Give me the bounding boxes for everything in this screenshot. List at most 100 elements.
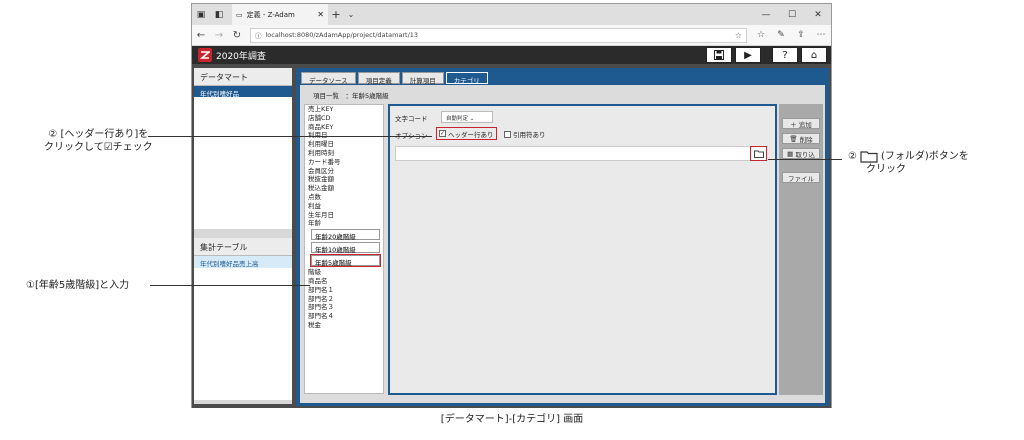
folder-button[interactable]	[750, 146, 767, 161]
annotation-text: クリック	[866, 164, 906, 175]
list-item[interactable]: カード番号	[305, 158, 383, 167]
app-area: 2020年調査 ▶ ? ⌂ データマート 年代別嗜好品 集計テーブル 年代別嗜好…	[192, 46, 831, 408]
tab-actions-icon[interactable]: ▣	[192, 4, 210, 25]
category-input[interactable]: 年齢20歳階級	[311, 229, 380, 241]
delete-button[interactable]: 🗑 削除	[782, 133, 820, 144]
list-item[interactable]: 部門名１	[305, 286, 383, 295]
chevron-down-icon: ⌄	[469, 116, 475, 122]
forward-icon[interactable]: →	[214, 30, 224, 41]
page-icon: ▭	[236, 10, 243, 19]
quote-checkbox[interactable]: 引用符あり	[504, 129, 546, 139]
list-item[interactable]: 売上KEY	[305, 105, 383, 114]
import-button[interactable]: ▦ 取り込	[782, 148, 820, 159]
new-tab-icon[interactable]: +	[328, 8, 344, 21]
list-item[interactable]: 税抜金額	[305, 175, 383, 184]
file-path-field[interactable]	[395, 146, 765, 161]
import-label: 取り込	[795, 150, 815, 159]
tab-item-definition[interactable]: 項目定義	[357, 72, 400, 85]
list-item[interactable]: 店舗CD	[305, 114, 383, 123]
list-item[interactable]: 商品名	[305, 277, 383, 286]
list-item[interactable]: 利益	[305, 202, 383, 211]
main-panel: データソース 項目定義 計算項目 カテゴリ 項目一覧 ：年齢5歳階級 売上KEY…	[296, 68, 829, 406]
back-icon[interactable]: ←	[196, 30, 206, 41]
header-row-checkbox[interactable]: ✓ ヘッダー行あり	[436, 127, 497, 140]
grid-icon: ▦	[787, 149, 794, 158]
favorites-icon[interactable]: ☆	[755, 30, 767, 40]
datamart-header: データマート	[194, 68, 292, 86]
annotation-line	[768, 159, 842, 160]
annotation-header-row: ② [ヘッダー行あり]を クリックして☑チェック	[44, 128, 153, 154]
share-icon[interactable]: ⇪	[795, 30, 807, 40]
browser-tab-title: 定義 - Z-Adam	[246, 10, 295, 19]
minimize-icon[interactable]: —	[753, 10, 779, 20]
refresh-icon[interactable]: ↻	[232, 30, 242, 41]
list-item[interactable]: 利用曜日	[305, 140, 383, 149]
list-item[interactable]: 年齢	[305, 219, 383, 228]
checkbox-icon[interactable]	[504, 130, 511, 138]
tab-category[interactable]: カテゴリ	[445, 72, 488, 85]
home-icon[interactable]: ⌂	[801, 47, 827, 63]
list-item[interactable]: 部門名４	[305, 312, 383, 321]
checkbox-checked-icon[interactable]: ✓	[439, 130, 446, 137]
window-controls: — ☐ ✕	[753, 10, 831, 20]
tab-strip: データソース 項目定義 計算項目 カテゴリ	[301, 72, 488, 85]
encoding-select[interactable]: 自動判定 ⌄	[441, 111, 493, 123]
favorite-icon[interactable]: ☆	[735, 31, 742, 40]
list-item[interactable]: 部門名３	[305, 303, 383, 312]
category-input[interactable]: 年齢10歳階級	[311, 242, 380, 254]
agg-table-item[interactable]: 年代別嗜好品売上高	[194, 256, 292, 268]
annotation-text: クリックして☑チェック	[44, 142, 153, 153]
annotation-text: ② [ヘッダー行あり]を	[48, 129, 149, 140]
info-icon: ⓘ	[255, 32, 262, 40]
run-icon[interactable]: ▶	[735, 47, 761, 63]
more-icon[interactable]: ⋯	[815, 30, 827, 40]
encoding-label: 文字コード	[395, 115, 428, 123]
file-label: ファイル	[788, 174, 814, 183]
save-icon[interactable]	[706, 47, 732, 63]
category-input-highlighted[interactable]: 年齢5歳階級	[310, 254, 381, 268]
app-logo-icon	[198, 48, 212, 62]
option-label: オプション	[395, 132, 428, 140]
header-row-label: ヘッダー行あり	[448, 130, 494, 139]
file-button[interactable]: ファイル	[782, 172, 820, 183]
left-panel: データマート 年代別嗜好品 集計テーブル 年代別嗜好品売上高	[194, 68, 292, 404]
tab-computed-items[interactable]: 計算項目	[401, 72, 444, 85]
close-tab-icon[interactable]: ✕	[317, 10, 324, 19]
folder-icon	[860, 151, 878, 163]
list-item[interactable]: 税込金額	[305, 184, 383, 193]
add-button[interactable]: ＋追加	[782, 118, 820, 129]
folder-icon	[753, 150, 764, 158]
annotation-line	[148, 136, 432, 137]
item-list: 売上KEY 店舗CD 商品KEY 利用日 利用曜日 利用時刻 カード番号 会員区…	[304, 104, 384, 394]
list-item[interactable]: 階級	[305, 268, 383, 277]
figure-caption: [データマート]-[カテゴリ] 画面	[440, 414, 584, 425]
pen-icon[interactable]: ✎	[775, 30, 787, 40]
trash-icon: 🗑	[789, 134, 798, 143]
app-header: 2020年調査 ▶ ? ⌂	[192, 46, 831, 64]
encoding-value: 自動判定	[446, 116, 469, 122]
annotation-line	[150, 285, 310, 286]
close-window-icon[interactable]: ✕	[805, 10, 831, 20]
browser-tab[interactable]: ▭ 定義 - Z-Adam ✕	[232, 4, 328, 25]
chevron-down-icon[interactable]: ⌄	[344, 10, 358, 19]
url-text: localhost:8080/zAdamApp/project/datamart…	[265, 31, 419, 39]
address-bar: ← → ↻ ⓘ localhost:8080/zAdamApp/project/…	[192, 25, 831, 46]
items-title: 項目一覧 ：年齢5歳階級	[313, 92, 389, 100]
help-icon[interactable]: ?	[772, 47, 798, 63]
tab-content: 項目一覧 ：年齢5歳階級 売上KEY 店舗CD 商品KEY 利用日 利用曜日 利…	[300, 85, 825, 403]
url-field[interactable]: ⓘ localhost:8080/zAdamApp/project/datama…	[250, 27, 747, 43]
app-toolbar: ▶ ? ⌂	[706, 47, 827, 63]
list-item[interactable]: 税金	[305, 321, 383, 330]
category-config-panel: 文字コード 自動判定 ⌄ オプション ✓ ヘッダー行あり 引用符あり	[388, 104, 777, 395]
maximize-icon[interactable]: ☐	[779, 10, 805, 20]
browser-window: ▣ ◧ ▭ 定義 - Z-Adam ✕ + ⌄ — ☐ ✕ ← → ↻ ⓘ lo…	[191, 3, 832, 408]
agg-table-list	[194, 268, 292, 400]
list-item[interactable]: 点数	[305, 193, 383, 202]
plus-icon: ＋	[790, 120, 797, 129]
tab-datasource[interactable]: データソース	[301, 72, 356, 85]
tab-back-icon[interactable]: ◧	[210, 4, 228, 25]
annotation-text: (フォルダ)ボタンを	[880, 151, 969, 162]
datamart-item[interactable]: 年代別嗜好品	[194, 86, 292, 98]
datamart-list	[194, 97, 292, 229]
list-item[interactable]: 利用時刻	[305, 149, 383, 158]
